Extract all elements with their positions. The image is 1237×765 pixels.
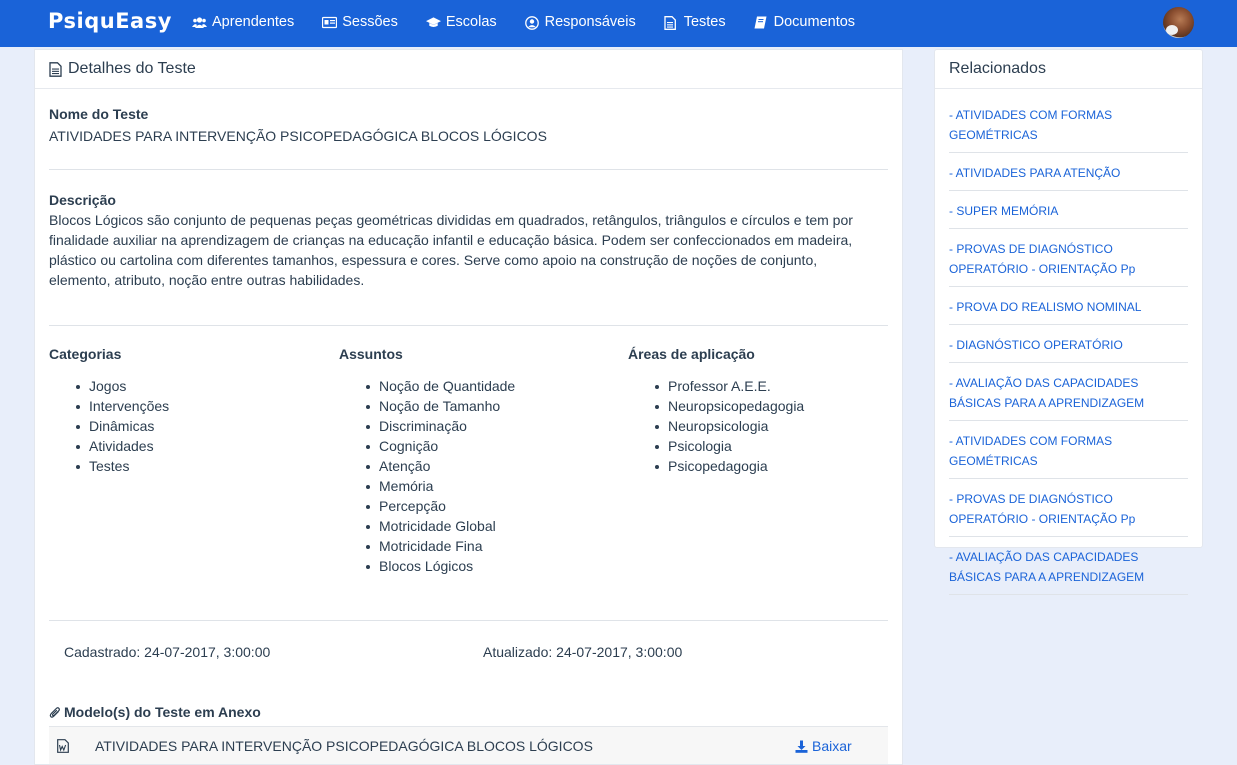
id-card-icon <box>322 16 338 29</box>
nav-item-documentos[interactable]: Documentos <box>754 14 855 30</box>
related-link[interactable]: - ATIVIDADES COM FORMAS GEOMÉTRICAS <box>949 102 1188 153</box>
list-item: Cognição <box>339 436 515 456</box>
test-details-card: Detalhes do Teste Nome do Teste ATIVIDAD… <box>34 49 903 765</box>
list-item: Testes <box>49 456 169 476</box>
assuntos-list: Noção de Quantidade Noção de Tamanho Discr… <box>339 376 515 576</box>
list-item: Neuropsicopedagogia <box>628 396 804 416</box>
nav-label: Aprendentes <box>212 14 295 30</box>
list-item: Psicopedagogia <box>628 456 804 476</box>
areas-label: Áreas de aplicação <box>628 346 755 362</box>
top-navbar: PsiquEasy Aprendentes Sessões Escolas Re… <box>0 0 1237 47</box>
list-item: Percepção <box>339 496 515 516</box>
list-item: Intervenções <box>49 396 169 416</box>
related-link[interactable]: - PROVAS DE DIAGNÓSTICO OPERATÓRIO - ORI… <box>949 236 1188 287</box>
book-icon <box>754 16 769 29</box>
divider <box>49 325 888 326</box>
nav-item-escolas[interactable]: Escolas <box>425 14 497 30</box>
categorias-label: Categorias <box>49 346 122 362</box>
attachment-file-name: ATIVIDADES PARA INTERVENÇÃO PSICOPEDAGÓG… <box>95 738 593 754</box>
list-item: Atenção <box>339 456 515 476</box>
test-name-label: Nome do Teste <box>49 106 149 122</box>
list-item: Noção de Tamanho <box>339 396 515 416</box>
card-title: Detalhes do Teste <box>68 60 196 77</box>
list-item: Neuropsicologia <box>628 416 804 436</box>
related-card: Relacionados - ATIVIDADES COM FORMAS GEO… <box>934 49 1203 595</box>
word-file-icon <box>57 739 69 753</box>
list-item: Dinâmicas <box>49 416 169 436</box>
description-value: Blocos Lógicos são conjunto de pequenas … <box>49 212 853 288</box>
nav-label: Responsáveis <box>544 14 636 30</box>
nav-label: Escolas <box>445 14 497 30</box>
user-avatar[interactable] <box>1163 7 1194 38</box>
card-header: Detalhes do Teste <box>35 50 902 89</box>
nav-label: Testes <box>683 14 726 30</box>
download-button[interactable]: Baixar <box>795 738 852 754</box>
assuntos-label: Assuntos <box>339 346 403 362</box>
nav-menu: Aprendentes Sessões Escolas Responsáveis… <box>192 14 883 30</box>
list-item: Psicologia <box>628 436 804 456</box>
updated-date: Atualizado: 24-07-2017, 3:00:00 <box>483 644 683 660</box>
description-section: Descrição Blocos Lógicos são conjunto de… <box>49 192 888 290</box>
description-label: Descrição <box>49 192 116 208</box>
graduation-cap-icon <box>425 16 441 29</box>
download-icon <box>795 740 808 753</box>
nav-label: Documentos <box>773 14 856 30</box>
created-date: Cadastrado: 24-07-2017, 3:00:00 <box>64 644 271 660</box>
related-link[interactable]: - ATIVIDADES COM FORMAS GEOMÉTRICAS <box>949 428 1188 479</box>
file-text-icon <box>664 15 679 30</box>
attachments-title-text: Modelo(s) do Teste em Anexo <box>64 704 261 720</box>
list-item: Jogos <box>49 376 169 396</box>
nav-item-sessoes[interactable]: Sessões <box>322 14 398 30</box>
assuntos-column: Assuntos Noção de Quantidade Noção de Tam… <box>339 346 515 576</box>
nav-label: Sessões <box>342 14 398 30</box>
categorias-list: Jogos Intervenções Dinâmicas Atividades Test… <box>49 376 169 476</box>
related-list: - ATIVIDADES COM FORMAS GEOMÉTRICAS - ATI… <box>949 102 1188 602</box>
test-name-value: ATIVIDADES PARA INTERVENÇÃO PSICOPEDAGÓG… <box>49 128 547 144</box>
list-item: Motricidade Global <box>339 516 515 536</box>
users-icon <box>192 16 207 29</box>
nav-item-responsaveis[interactable]: Responsáveis <box>524 14 636 30</box>
file-text-icon <box>49 61 63 77</box>
related-link[interactable]: - SUPER MEMÓRIA <box>949 198 1188 229</box>
paperclip-icon <box>49 706 61 719</box>
areas-list: Professor A.E.E. Neuropsicopedagogia Neuro… <box>628 376 804 476</box>
related-link[interactable]: - DIAGNÓSTICO OPERATÓRIO <box>949 332 1188 363</box>
categorias-column: Categorias Jogos Intervenções Dinâmicas Ati… <box>49 346 169 476</box>
areas-column: Áreas de aplicação Professor A.E.E. Neuro… <box>628 346 804 476</box>
related-link[interactable]: - PROVA DO REALISMO NOMINAL <box>949 294 1188 325</box>
list-item: Professor A.E.E. <box>628 376 804 396</box>
attachment-row: ATIVIDADES PARA INTERVENÇÃO PSICOPEDAGÓG… <box>49 726 888 764</box>
list-item: Blocos Lógicos <box>339 556 515 576</box>
related-link[interactable]: - PROVAS DE DIAGNÓSTICO OPERATÓRIO - ORI… <box>949 486 1188 537</box>
list-item: Discriminação <box>339 416 515 436</box>
user-circle-icon <box>524 15 540 30</box>
related-link[interactable]: - ATIVIDADES PARA ATENÇÃO <box>949 160 1188 191</box>
list-item: Noção de Quantidade <box>339 376 515 396</box>
related-link[interactable]: - AVALIAÇÃO DAS CAPACIDADES BÁSICAS PARA… <box>949 370 1188 421</box>
nav-item-testes[interactable]: Testes <box>664 14 726 30</box>
list-item: Memória <box>339 476 515 496</box>
brand-logo[interactable]: PsiquEasy <box>48 9 172 33</box>
related-link[interactable]: - AVALIAÇÃO DAS CAPACIDADES BÁSICAS PARA… <box>949 544 1188 595</box>
download-label: Baixar <box>812 738 852 754</box>
attachments-title: Modelo(s) do Teste em Anexo <box>49 704 261 720</box>
nav-item-aprendentes[interactable]: Aprendentes <box>192 14 294 30</box>
list-item: Motricidade Fina <box>339 536 515 556</box>
divider <box>49 169 888 170</box>
divider <box>49 620 888 621</box>
test-name-section: Nome do Teste ATIVIDADES PARA INTERVENÇÃ… <box>49 106 888 146</box>
related-header: Relacionados <box>935 50 1202 89</box>
list-item: Atividades <box>49 436 169 456</box>
